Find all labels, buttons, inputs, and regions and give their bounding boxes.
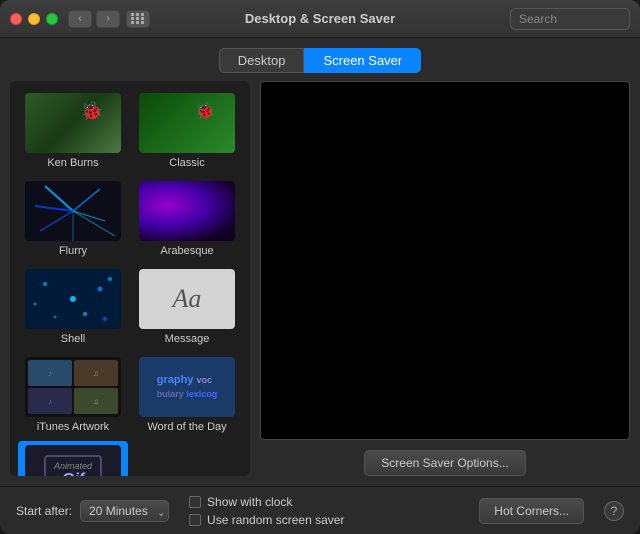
- checkboxes: Show with clock Use random screen saver: [189, 495, 459, 527]
- saver-thumb-itunes: ♪ ♫ ♪ ♫: [25, 357, 121, 417]
- traffic-lights: [10, 13, 58, 25]
- saver-item-ken-burns[interactable]: Ken Burns: [18, 89, 128, 173]
- search-input[interactable]: [519, 12, 621, 26]
- saver-label-flurry: Flurry: [59, 245, 87, 257]
- hot-corners-button[interactable]: Hot Corners...: [479, 498, 584, 524]
- screen-saver-options-button[interactable]: Screen Saver Options...: [364, 450, 525, 476]
- random-saver-checkbox[interactable]: [189, 514, 201, 526]
- saver-thumb-wordday: graphy voc bulary lexicog: [139, 357, 235, 417]
- saver-thumb-message: Aa: [139, 269, 235, 329]
- start-after-select-wrapper[interactable]: 1 Minute 2 Minutes 5 Minutes 10 Minutes …: [80, 500, 169, 522]
- search-box[interactable]: [510, 8, 630, 30]
- window: ‹ › Desktop & Screen Saver Desktop Scree…: [0, 0, 640, 534]
- saver-label-message: Message: [165, 333, 210, 345]
- saver-item-classic[interactable]: Classic: [132, 89, 242, 173]
- show-clock-checkbox[interactable]: [189, 496, 201, 508]
- help-button[interactable]: ?: [604, 501, 624, 521]
- random-saver-row[interactable]: Use random screen saver: [189, 513, 459, 527]
- saver-label-arabesque: Arabesque: [160, 245, 213, 257]
- saver-item-itunes[interactable]: ♪ ♫ ♪ ♫ iTunes Artwork: [18, 353, 128, 437]
- saver-thumb-ken-burns: [25, 93, 121, 153]
- maximize-button[interactable]: [46, 13, 58, 25]
- saver-label-wordday: Word of the Day: [147, 421, 226, 433]
- tab-screensaver[interactable]: Screen Saver: [304, 48, 421, 73]
- saver-item-flurry[interactable]: Flurry: [18, 177, 128, 261]
- app-grid-button[interactable]: [126, 10, 150, 28]
- saver-item-message[interactable]: Aa Message: [132, 265, 242, 349]
- back-button[interactable]: ‹: [68, 10, 92, 28]
- show-clock-label: Show with clock: [207, 495, 292, 509]
- saver-label-itunes: iTunes Artwork: [37, 421, 109, 433]
- saver-thumb-shell: [25, 269, 121, 329]
- saver-item-shell[interactable]: Shell: [18, 265, 128, 349]
- preview-area: [260, 81, 630, 440]
- start-after-select[interactable]: 1 Minute 2 Minutes 5 Minutes 10 Minutes …: [80, 500, 169, 522]
- saver-thumb-animatedgif: Animated Gif: [25, 445, 121, 476]
- random-saver-label: Use random screen saver: [207, 513, 344, 527]
- start-after-control: Start after: 1 Minute 2 Minutes 5 Minute…: [16, 500, 169, 522]
- nav-buttons: ‹ ›: [68, 10, 120, 28]
- saver-grid: Ken Burns Classic: [14, 85, 246, 476]
- saver-item-animatedgif[interactable]: Animated Gif AnimatedGif: [18, 441, 128, 476]
- tab-desktop[interactable]: Desktop: [219, 48, 305, 73]
- saver-label-classic: Classic: [169, 157, 204, 169]
- grid-icon: [131, 13, 145, 24]
- minimize-button[interactable]: [28, 13, 40, 25]
- saver-item-arabesque[interactable]: Arabesque: [132, 177, 242, 261]
- close-button[interactable]: [10, 13, 22, 25]
- main-content: Ken Burns Classic: [0, 81, 640, 486]
- right-panel: Screen Saver Options...: [260, 81, 630, 476]
- tab-bar: Desktop Screen Saver: [0, 38, 640, 81]
- show-clock-row[interactable]: Show with clock: [189, 495, 459, 509]
- saver-thumb-flurry: [25, 181, 121, 241]
- saver-label-shell: Shell: [61, 333, 85, 345]
- saver-list[interactable]: Ken Burns Classic: [10, 81, 250, 476]
- saver-label-ken-burns: Ken Burns: [47, 157, 98, 169]
- start-after-label: Start after:: [16, 504, 72, 518]
- bottom-bar: Start after: 1 Minute 2 Minutes 5 Minute…: [0, 486, 640, 534]
- titlebar: ‹ › Desktop & Screen Saver: [0, 0, 640, 38]
- forward-button[interactable]: ›: [96, 10, 120, 28]
- saver-item-wordday[interactable]: graphy voc bulary lexicog Word of the Da…: [132, 353, 242, 437]
- saver-thumb-classic: [139, 93, 235, 153]
- window-title: Desktop & Screen Saver: [245, 11, 395, 26]
- saver-thumb-arabesque: [139, 181, 235, 241]
